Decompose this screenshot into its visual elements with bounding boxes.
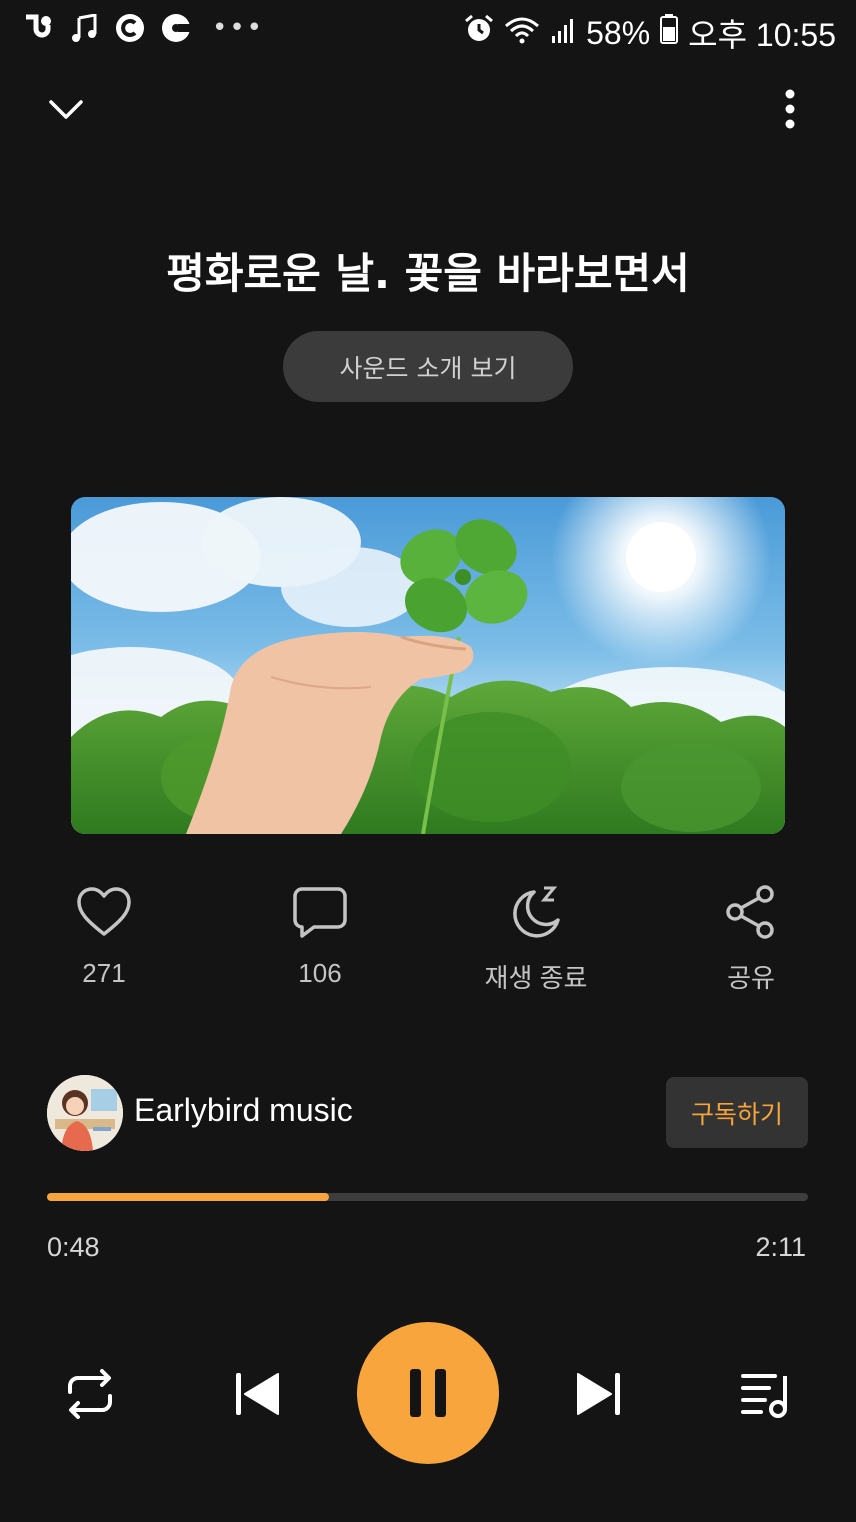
u-plus-app-icon: [22, 12, 54, 44]
more-options-button[interactable]: [770, 86, 810, 134]
like-button[interactable]: 271: [34, 880, 174, 989]
next-button[interactable]: [570, 1366, 630, 1422]
more-notifications-icon: •••: [212, 13, 265, 43]
more-vertical-icon: [785, 89, 795, 129]
channel-avatar[interactable]: [47, 1075, 123, 1151]
playlist-button[interactable]: [734, 1362, 798, 1426]
battery-percent: 58%: [586, 14, 651, 51]
wifi-icon: [504, 14, 540, 52]
alarm-icon: [464, 14, 494, 52]
album-artwork: [71, 497, 785, 834]
like-count: 271: [82, 958, 126, 988]
total-duration: 2:11: [755, 1232, 806, 1262]
pause-button[interactable]: [357, 1322, 499, 1464]
skip-previous-icon: [236, 1373, 279, 1415]
c-app-icon: [114, 12, 146, 44]
progress-bar[interactable]: [47, 1193, 808, 1201]
share-label: 공유: [727, 963, 775, 993]
system-status: 58% 오후 10:55: [464, 10, 836, 56]
repeat-button[interactable]: [58, 1362, 122, 1426]
sound-title: 평화로운 날. 꽃을 바라보면서: [166, 249, 690, 298]
comment-icon: [250, 880, 390, 944]
chevron-down-icon: [49, 100, 83, 119]
notification-icons: •••: [22, 12, 264, 44]
sleep-timer-label: 재생 종료: [484, 963, 588, 993]
signal-icon: [550, 14, 576, 52]
status-bar: ••• 58% 오후 10:55: [0, 0, 856, 60]
collapse-player-button[interactable]: [44, 88, 88, 132]
sleep-timer-button[interactable]: 재생 종료: [466, 880, 606, 995]
progress-fill: [47, 1193, 329, 1201]
share-button[interactable]: 공유: [681, 880, 821, 995]
music-note-icon: [68, 12, 100, 44]
clover-sky-image: [71, 497, 785, 834]
comment-button[interactable]: 106: [250, 880, 390, 989]
previous-button[interactable]: [226, 1366, 286, 1422]
subscribe-button[interactable]: 구독하기: [666, 1077, 808, 1148]
moon-sleep-icon: [466, 880, 606, 944]
clock: 오후 10:55: [688, 17, 836, 53]
share-icon: [681, 880, 821, 944]
pause-icon: [410, 1369, 446, 1417]
battery-icon: [660, 14, 679, 52]
elapsed-time: 0:48: [47, 1232, 100, 1262]
heart-icon: [34, 880, 174, 944]
comment-count: 106: [298, 958, 342, 988]
playlist-icon: [741, 1374, 787, 1418]
skip-next-icon: [577, 1373, 620, 1415]
channel-name[interactable]: Earlybird music: [134, 1092, 353, 1129]
c-half-app-icon: [160, 12, 192, 44]
sound-intro-button[interactable]: 사운드 소개 보기: [283, 331, 573, 402]
repeat-icon: [68, 1369, 112, 1419]
